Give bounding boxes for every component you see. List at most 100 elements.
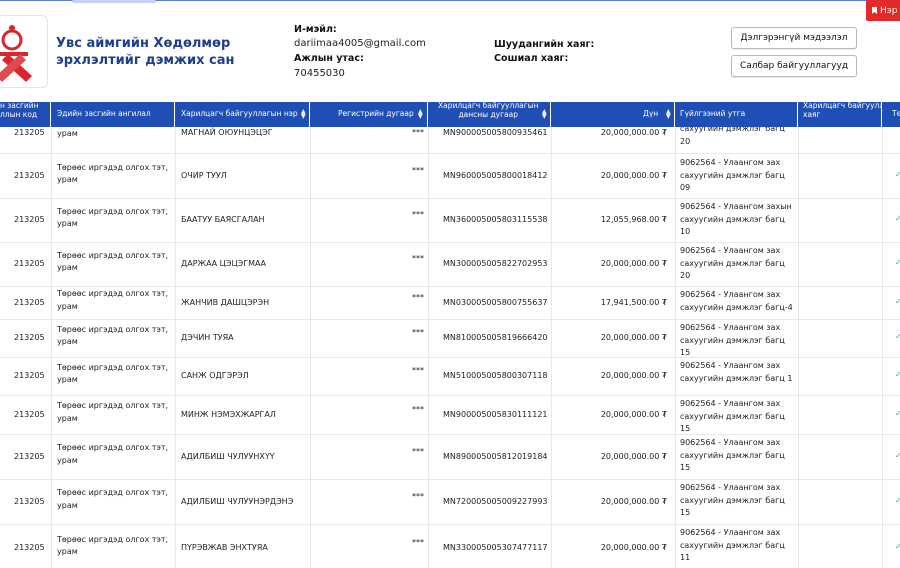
col-header-extra[interactable]: Те [882, 102, 900, 127]
cell-amt: 20,000,000.00 ₮ [600, 409, 667, 419]
cell-amt: 20,000,000.00 ₮ [600, 371, 667, 380]
cell-desc: 9062564 - Улаангом зах сахуугийн дэмжлэг… [680, 246, 785, 280]
cell-acct: MN890005005812019184 [443, 451, 548, 461]
name-tab[interactable]: Нэр [866, 0, 900, 21]
cell-cat: Төрөөс иргэдэд олгох тэт, урам [57, 362, 169, 385]
col-header-account[interactable]: Харилцагч байгууллагын дансны дугаар ▲ ▼ [428, 102, 551, 127]
cell-reg: *** [412, 254, 424, 263]
cell-amt: 20,000,000.00 ₮ [600, 496, 667, 506]
col-header-description[interactable]: Гүйлгээний утга [675, 102, 798, 127]
phone-label: Ажлын утас: [294, 53, 364, 64]
email-label: И-мэйл: [294, 24, 337, 35]
cell-name: ЖАНЧИВ ДАШЦЭРЭН [181, 297, 270, 307]
table-row[interactable]: 213205 Төрөөс иргэдэд олгох тэт, урам САНЖ… [0, 357, 900, 396]
cell-cat: Төрөөс иргэдэд олгох тэт, урам [57, 488, 169, 510]
details-button[interactable]: Дэлгэрэнгүй мэдээлэл [731, 27, 857, 49]
cell-reg: *** [412, 210, 424, 219]
cell-acct: MN030005005800755637 [443, 297, 548, 307]
cell-name: АДИЛБИШ ЧУЛУУНХҮҮ [181, 451, 275, 461]
cell-desc: 9062564 - Улаангом зах сахуугийн дэмжлэг… [680, 290, 793, 312]
cell-acct: MN360005005803115538 [443, 215, 548, 224]
cell-reg: *** [412, 292, 424, 302]
cell-name: БААТУУ БАЯСГАЛАН [181, 215, 265, 224]
col-header-amount[interactable]: Дүн ▲ ▼ [551, 102, 675, 127]
top-tab-indicator [72, 0, 156, 3]
cell-acct: MN330005005307477117 [443, 543, 548, 552]
cell-code: 213205 [14, 451, 45, 461]
cell-cat: Төрөөс иргэдэд олгох тэт, урам [57, 324, 169, 347]
cell-code: 213205 [14, 409, 45, 419]
table-body: 213205 урам МАГНАЙ ОЮУНЦЭЦЭГ *** MN900005005… [0, 127, 900, 568]
cell-reg: *** [412, 366, 424, 375]
cell-acct: MN300005005822702953 [443, 259, 548, 268]
col-header-code[interactable]: н засгийн ллын код [0, 102, 51, 127]
status-check-icon: ✓ [895, 495, 900, 505]
table-row[interactable]: 213205 урам МАГНАЙ ОЮУНЦЭЦЭГ *** MN900005005… [0, 127, 900, 154]
cell-code: 213205 [14, 128, 45, 137]
table-row[interactable]: 213205 Төрөөс иргэдэд олгох тэт, урам ЖАНЧ… [0, 286, 900, 320]
cell-name: ДЭЧИН ТУЯА [181, 333, 234, 342]
cell-cat: Төрөөс иргэдэд олгох тэт, урам [57, 401, 169, 423]
cell-acct: MN810005005819666420 [443, 333, 548, 342]
cell-acct: MN960005005800018412 [443, 171, 548, 180]
social-label: Сошиал хаяг: [494, 53, 569, 64]
sort-icon[interactable]: ▲ ▼ [666, 109, 671, 120]
status-check-icon: ✓ [895, 258, 900, 267]
table-row[interactable]: 213205 Төрөөс иргэдэд олгох тэт, урам БААТ… [0, 198, 900, 243]
table-row[interactable]: 213205 Төрөөс иргэдэд олгох тэт, урам МИНЖ… [0, 395, 900, 435]
table-row[interactable]: 213205 Төрөөс иргэдэд олгох тэт, урам АДИЛ… [0, 479, 900, 525]
table-row[interactable]: 213205 Төрөөс иргэдэд олгох тэт, урам ОЧИР… [0, 154, 900, 199]
table-row[interactable]: 213205 Төрөөс иргэдэд олгох тэт, урам ДАРЖ… [0, 242, 900, 287]
table-row[interactable]: 213205 Төрөөс иргэдэд олгох тэт, урам АДИЛ… [0, 434, 900, 480]
cell-acct: MN900005005830111121 [443, 409, 548, 419]
cell-code: 213205 [14, 297, 45, 307]
cell-name: САНЖ ОДГЭРЭЛ [181, 371, 249, 380]
cell-desc: 9062564 - Улаангом захын сахуугийн дэмжл… [680, 202, 792, 236]
cell-code: 213205 [14, 543, 45, 552]
branches-button[interactable]: Салбар байгууллагууд [731, 55, 857, 77]
table-row[interactable]: 213205 Төрөөс иргэдэд олгох тэт, урам ПҮРЭ… [0, 524, 900, 568]
email-value: dariimaa4005@gmail.com [294, 38, 426, 49]
status-check-icon: ✓ [895, 296, 900, 306]
cell-name: ДАРЖАА ЦЭЦЭГМАА [181, 259, 266, 268]
cell-name: МАГНАЙ ОЮУНЦЭЦЭГ [181, 128, 273, 137]
cell-name: ОЧИР ТУУЛ [181, 171, 227, 180]
sort-icon[interactable]: ▲ ▼ [301, 109, 306, 120]
cell-desc: 9062564 - Улаангом зах сахуугийн дэмжлэг… [680, 158, 785, 192]
org-logo [0, 15, 48, 88]
cell-acct: MN720005005009227993 [443, 496, 548, 506]
org-name: Увс аймгийн Хөдөлмөр эрхлэлтийг дэмжих с… [56, 36, 235, 68]
cell-code: 213205 [14, 371, 45, 380]
status-check-icon: ✓ [895, 170, 900, 179]
cell-cat: Төрөөс иргэдэд олгох тэт, урам [57, 162, 169, 185]
cell-reg: *** [412, 404, 424, 414]
col-header-category[interactable]: Эдийн засгийн ангилал [51, 102, 175, 127]
bookmark-icon [872, 7, 877, 14]
cell-reg: *** [412, 538, 424, 547]
cell-amt: 12,055,968.00 ₮ [600, 215, 667, 224]
cell-reg: *** [412, 328, 424, 337]
status-check-icon: ✓ [895, 542, 900, 551]
phone-value: 70455030 [294, 68, 345, 79]
cell-desc: 9062564 - Улаангом зах сахуугийн дэмжлэг… [680, 323, 785, 357]
postal-address-label: Шуудангийн хаяг: [494, 39, 595, 50]
cell-desc: 9062564 - Улаангом зах сахуугийн дэмжлэг… [680, 399, 785, 433]
status-check-icon: ✓ [895, 332, 900, 341]
sort-icon[interactable]: ▲ ▼ [542, 109, 547, 120]
col-header-register[interactable]: Регистрийн дугаар ▲ ▼ [310, 102, 428, 127]
status-check-icon: ✓ [895, 408, 900, 418]
table-row[interactable]: 213205 Төрөөс иргэдэд олгох тэт, урам ДЭЧИ… [0, 319, 900, 358]
sort-icon[interactable]: ▲ ▼ [418, 109, 423, 120]
cell-reg: *** [412, 491, 424, 501]
cell-reg: *** [412, 446, 424, 456]
cell-cat: Төрөөс иргэдэд олгох тэт, урам [57, 534, 169, 557]
cell-reg: *** [412, 128, 424, 137]
cell-amt: 20,000,000.00 ₮ [600, 259, 667, 268]
name-tab-label: Нэр [880, 5, 898, 16]
cell-name: АДИЛБИШ ЧУЛУУНЭРДЭНЭ [181, 496, 294, 506]
cell-acct: MN510005005800307118 [443, 371, 548, 380]
cell-cat: Төрөөс иргэдэд олгох тэт, урам [57, 289, 169, 311]
col-header-partner-name[interactable]: Харилцагч байгууллагын нэр ▲ ▼ [175, 102, 310, 127]
col-header-partner-address[interactable]: Харилцагч байгууллагын хаяг [798, 102, 882, 127]
cell-code: 213205 [14, 171, 45, 180]
